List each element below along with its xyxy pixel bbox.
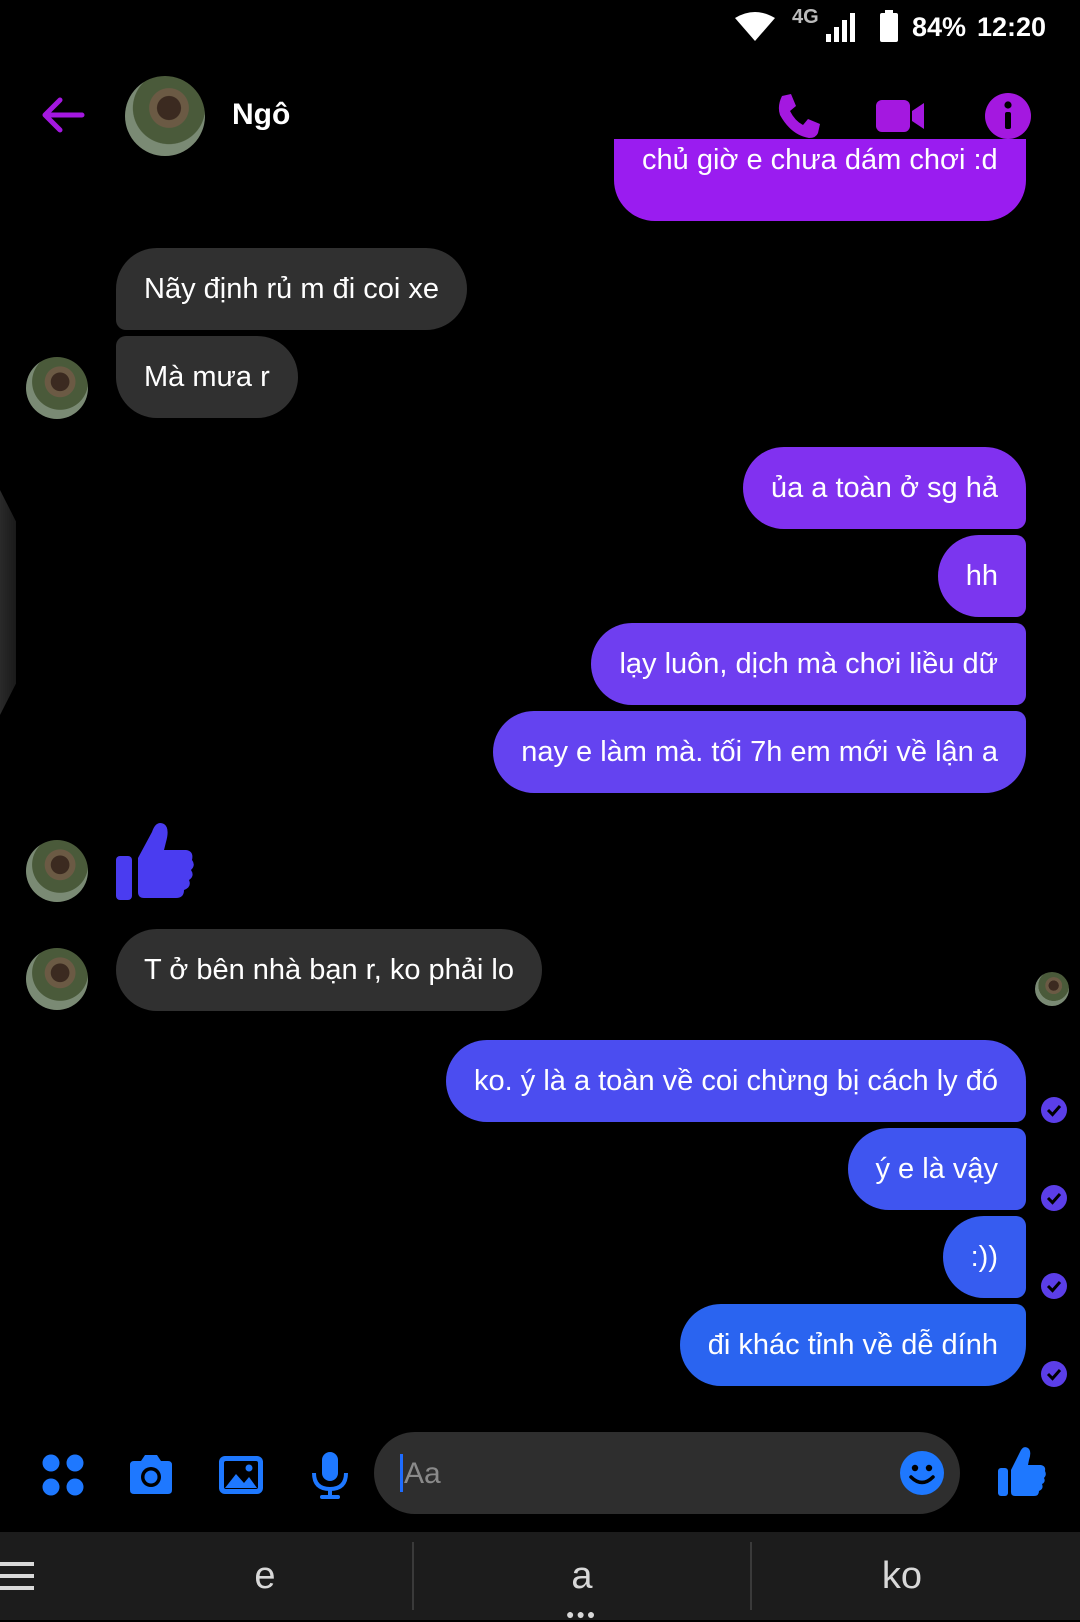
message-bubble-outgoing[interactable]: :)): [942, 1216, 1026, 1298]
message-bubble-outgoing[interactable]: hh: [937, 535, 1026, 617]
suggestion-3[interactable]: ko: [752, 1532, 1052, 1620]
contact-avatar-small[interactable]: [26, 948, 88, 1010]
seen-avatar: [1035, 972, 1069, 1006]
camera-icon[interactable]: [126, 1450, 176, 1500]
network-type: 4G: [792, 6, 819, 28]
contact-avatar[interactable]: [125, 76, 205, 156]
message-input[interactable]: [402, 1432, 876, 1516]
video-call-icon[interactable]: [874, 90, 926, 142]
message-text: ko. ý là a toàn về coi chừng bị cách ly …: [474, 1065, 998, 1097]
message-bubble-incoming[interactable]: T ở bên nhà bạn r, ko phải lo: [116, 929, 542, 1011]
message-bubble-outgoing[interactable]: ủa a toàn ở sg hả: [742, 447, 1026, 529]
message-bubble-outgoing[interactable]: ý e là vậy: [847, 1128, 1026, 1210]
message-text: nay e làm mà. tối 7h em mới về lận a: [521, 736, 998, 768]
message-bubble-outgoing[interactable]: chủ giờ e chưa dám chơi :d: [614, 139, 1026, 221]
battery-icon: [880, 10, 898, 42]
thumbs-up-icon[interactable]: [996, 1444, 1046, 1498]
status-bar: 4G 84% 12:20: [0, 0, 1080, 56]
phone-call-icon[interactable]: [772, 90, 824, 142]
back-arrow-icon[interactable]: [38, 90, 88, 140]
message-text: Mà mưa r: [144, 361, 270, 393]
message-bubble-outgoing[interactable]: nay e làm mà. tối 7h em mới về lận a: [493, 711, 1026, 793]
message-text: :)): [970, 1241, 998, 1273]
message-text: hh: [965, 560, 998, 592]
message-text: Nãy định rủ m đi coi xe: [144, 273, 439, 305]
message-bubble-outgoing[interactable]: ko. ý là a toàn về coi chừng bị cách ly …: [446, 1040, 1026, 1122]
message-bubble-incoming[interactable]: Nãy định rủ m đi coi xe: [116, 248, 467, 330]
message-composer: [0, 1430, 1080, 1520]
contact-name[interactable]: Ngô: [232, 98, 290, 132]
emoji-icon[interactable]: [898, 1449, 946, 1497]
info-icon[interactable]: [982, 90, 1034, 142]
message-text: ý e là vậy: [875, 1153, 999, 1185]
suggestion-1[interactable]: e: [80, 1532, 450, 1620]
delivered-check-icon: [1041, 1097, 1067, 1123]
signal-icon: [826, 13, 855, 42]
message-text: T ở bên nhà bạn r, ko phải lo: [144, 954, 514, 986]
microphone-icon[interactable]: [305, 1450, 355, 1500]
message-text: đi khác tỉnh về dễ dính: [707, 1329, 998, 1361]
clock: 12:20: [977, 12, 1047, 42]
delivered-check-icon: [1041, 1273, 1067, 1299]
message-bubble-incoming[interactable]: Mà mưa r: [116, 336, 298, 418]
message-input-container[interactable]: [374, 1432, 960, 1516]
chat-head-edge[interactable]: [0, 490, 16, 715]
gallery-icon[interactable]: [216, 1450, 266, 1500]
message-text: lạy luôn, dịch mà chơi liều dữ: [619, 648, 998, 680]
apps-icon[interactable]: [38, 1450, 88, 1500]
menu-icon[interactable]: [0, 1560, 34, 1592]
delivered-check-icon: [1041, 1185, 1067, 1211]
contact-avatar-small[interactable]: [26, 840, 88, 902]
message-text: ủa a toàn ở sg hả: [770, 472, 998, 504]
thumbs-up-icon[interactable]: [114, 818, 196, 902]
message-bubble-outgoing[interactable]: lạy luôn, dịch mà chơi liều dữ: [591, 623, 1026, 705]
message-bubble-outgoing[interactable]: đi khác tỉnh về dễ dính: [679, 1304, 1026, 1386]
message-text: chủ giờ e chưa dám chơi :d: [642, 144, 998, 176]
keyboard-suggestion-bar: e a ●●● ko: [0, 1532, 1080, 1622]
battery-percent: 84%: [912, 12, 967, 42]
contact-avatar-small[interactable]: [26, 357, 88, 419]
delivered-check-icon: [1041, 1361, 1067, 1387]
wifi-icon: [735, 12, 775, 41]
